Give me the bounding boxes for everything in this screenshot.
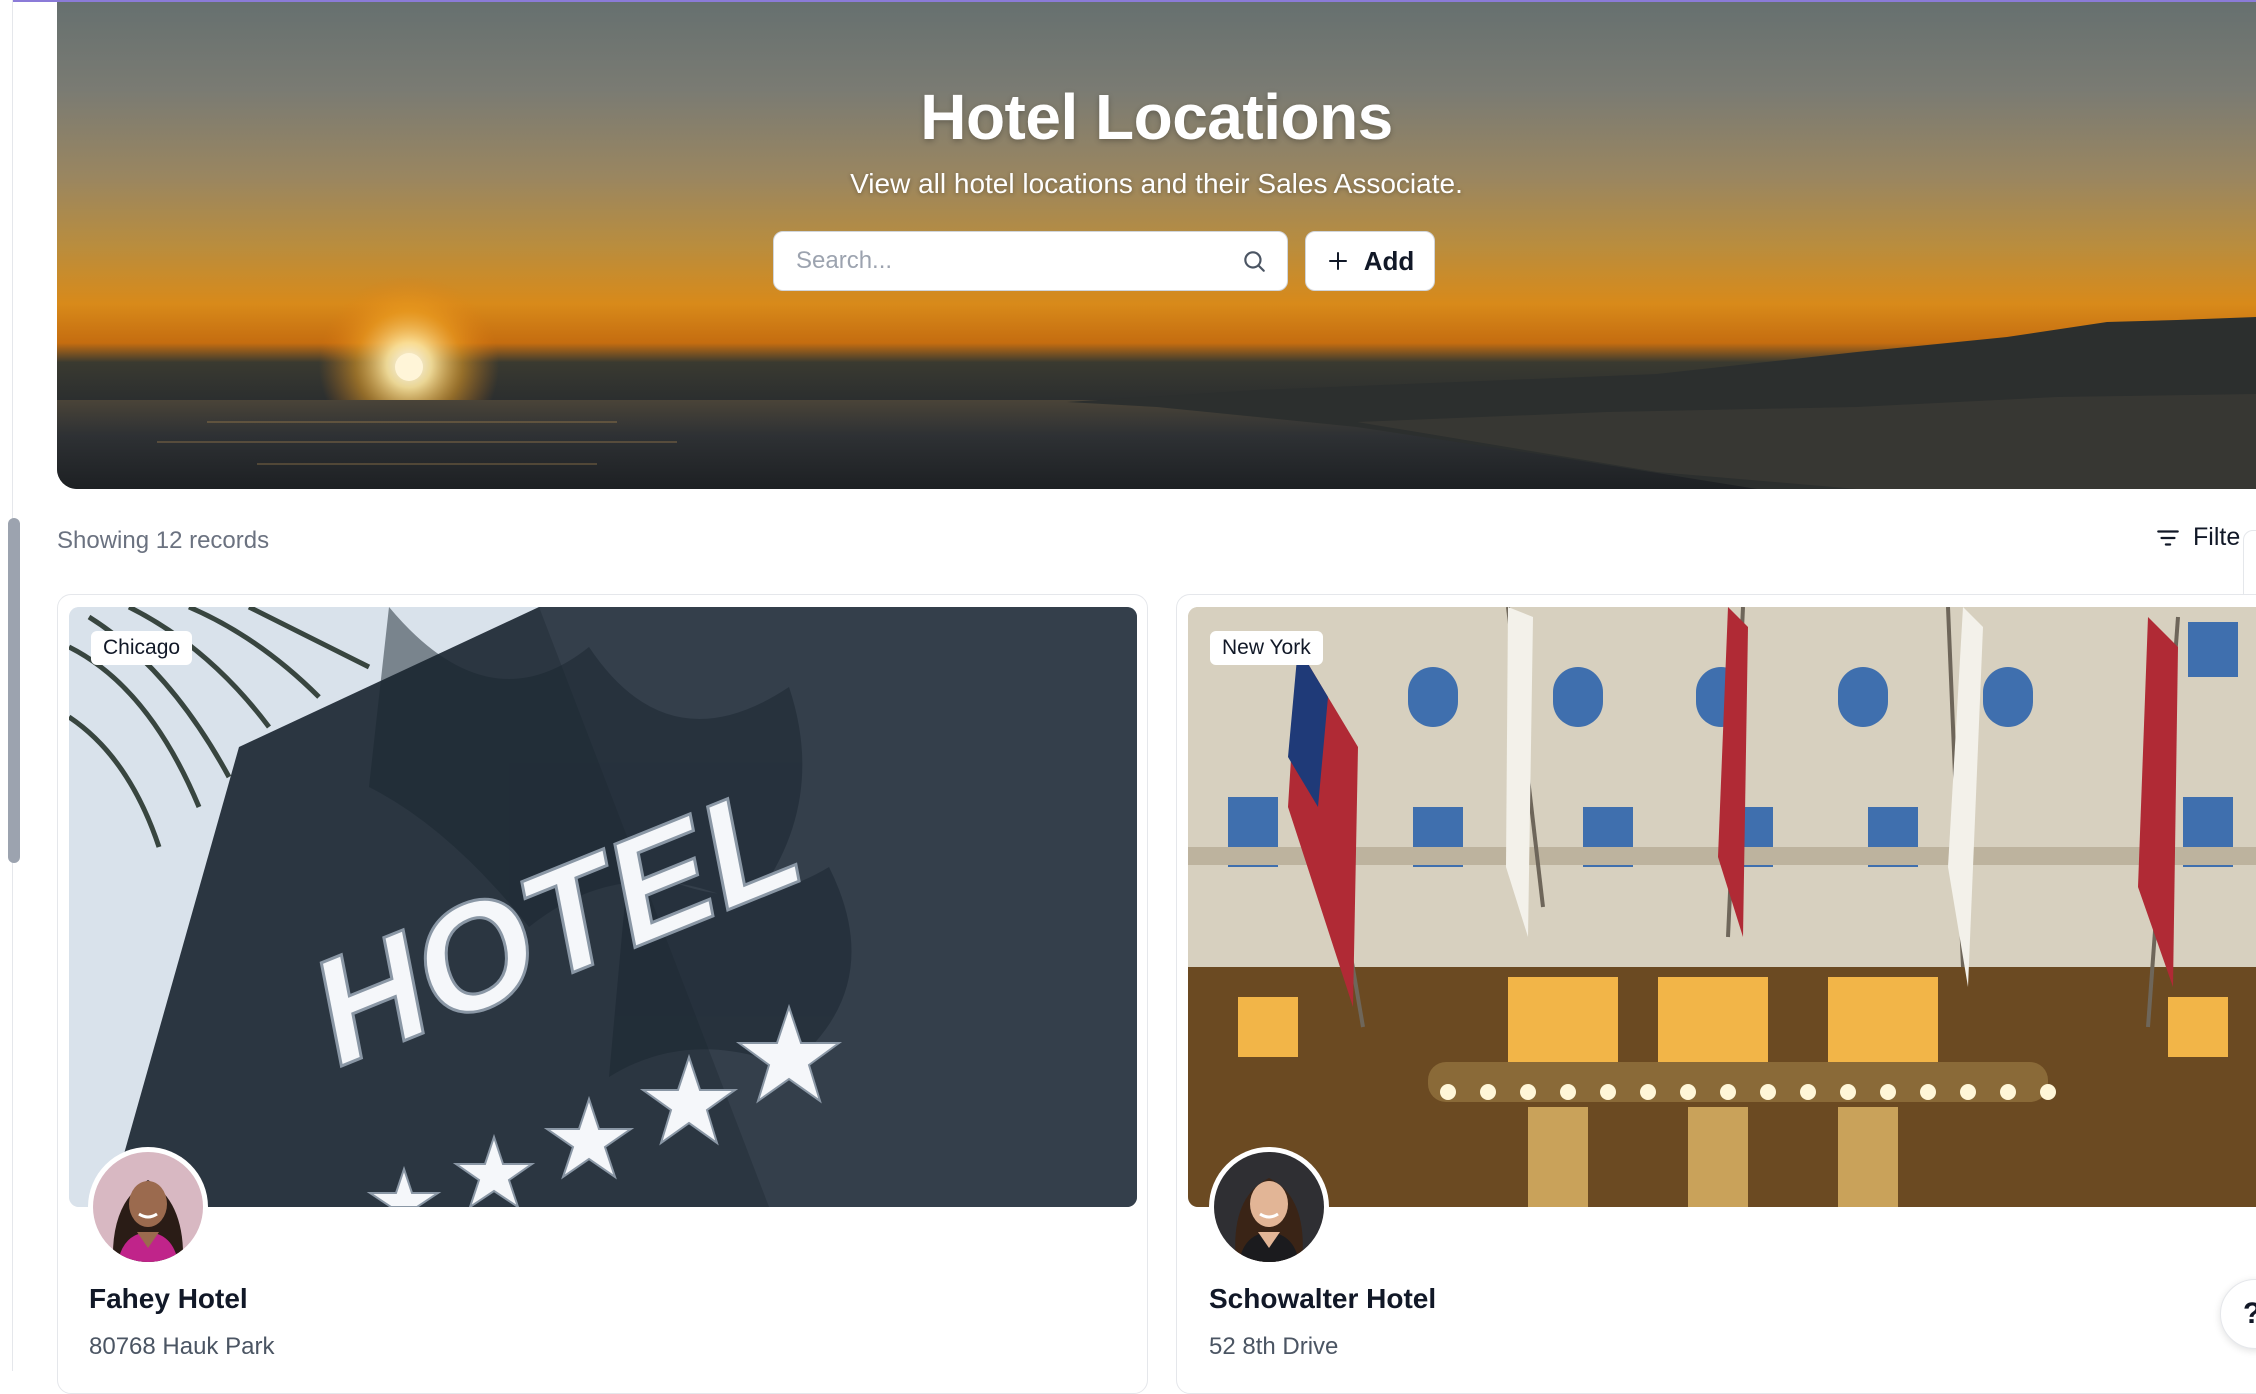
page-title: Hotel Locations — [920, 81, 1393, 153]
add-button[interactable]: Add — [1305, 231, 1435, 291]
scrollbar-thumb[interactable] — [8, 518, 20, 863]
city-badge: Chicago — [91, 631, 193, 665]
search-input[interactable] — [794, 246, 1241, 276]
add-button-label: Add — [1363, 245, 1415, 276]
filter-button-label: Filte — [2193, 523, 2241, 551]
hotel-image: New York — [1188, 607, 2256, 1207]
hotel-image: HOTEL Chicago — [69, 607, 1137, 1207]
hotel-name: Fahey Hotel — [89, 1283, 248, 1314]
plus-icon — [1328, 252, 1347, 270]
hotel-address: 52 8th Drive — [1209, 1333, 1339, 1360]
sales-associate-avatar[interactable] — [1209, 1147, 1329, 1267]
help-icon: ? — [2243, 1297, 2256, 1331]
filter-button[interactable]: Filte — [2155, 523, 2240, 552]
search-icon[interactable] — [1241, 248, 1267, 274]
hotel-name: Schowalter Hotel — [1209, 1283, 1437, 1314]
records-count: Showing 12 records — [57, 527, 270, 554]
search-field[interactable] — [773, 231, 1288, 291]
page-subtitle: View all hotel locations and their Sales… — [850, 168, 1463, 199]
filter-icon — [2157, 529, 2179, 546]
hotel-card[interactable]: New York Schowalter Hotel 52 8th Drive — [1176, 594, 2256, 1394]
sales-associate-avatar[interactable] — [88, 1147, 208, 1267]
hotel-address: 80768 Hauk Park — [89, 1333, 275, 1360]
city-badge: New York — [1210, 631, 1323, 665]
hotel-card[interactable]: HOTEL Chicago Fahey Hotel 80768 Hauk Par… — [57, 594, 1148, 1394]
